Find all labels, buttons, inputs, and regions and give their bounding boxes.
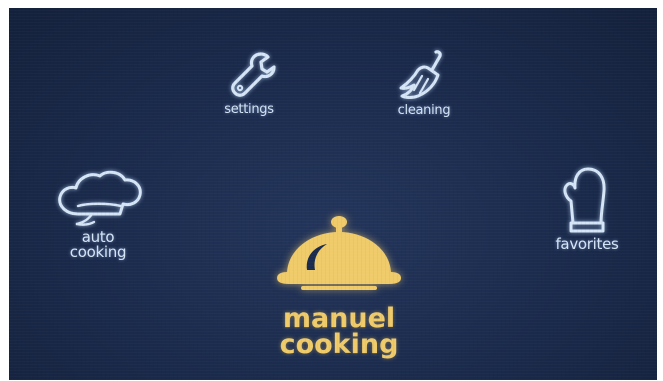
auto-cooking-button[interactable]: auto cooking [43,166,153,260]
favorites-label: favorites [555,235,619,253]
chef-hat-icon [58,170,142,226]
manual-cooking-button[interactable]: manuel cooking [264,212,414,358]
wrench-icon [231,52,276,97]
favorites-button[interactable]: favorites [537,163,637,252]
settings-button[interactable]: settings [214,48,284,117]
broom-icon [399,50,442,99]
manual-cooking-label: manuel cooking [279,303,399,360]
settings-label: settings [224,102,274,117]
oven-menu-screen: settings cleaning auto cooking favorites… [9,8,657,380]
cloche-icon [277,216,401,290]
cleaning-label: cleaning [397,103,451,118]
oven-mitt-icon [563,167,606,233]
cleaning-button[interactable]: cleaning [384,48,464,118]
device-frame: settings cleaning auto cooking favorites… [0,0,663,381]
auto-cooking-label: auto cooking [69,228,127,261]
